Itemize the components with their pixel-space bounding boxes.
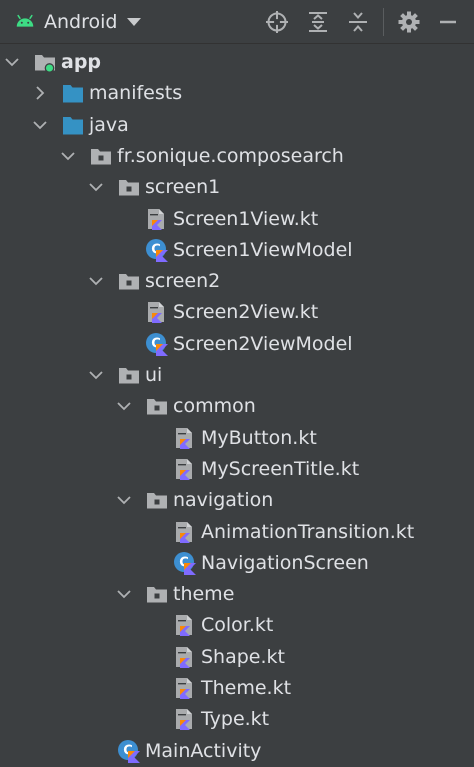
kotlin-file-icon <box>176 709 192 731</box>
tree-item-label: Screen2ViewModel <box>173 332 353 355</box>
tree-item-package[interactable]: fr.sonique.composearch <box>0 141 474 172</box>
expand-all-icon <box>309 12 327 32</box>
folder-icon <box>63 116 83 135</box>
kotlin-file-icon <box>148 302 164 324</box>
tree-item-label: Screen1View.kt <box>173 207 319 230</box>
collapse-all-button[interactable] <box>344 8 372 36</box>
chevron-down-icon[interactable] <box>89 368 103 382</box>
tree-item-package[interactable]: ui <box>0 360 474 391</box>
tree-item-label: MyScreenTitle.kt <box>201 457 360 480</box>
tree-item-label: common <box>173 395 256 418</box>
tree-item-kotlin-file[interactable]: Color.kt <box>0 610 474 641</box>
tree-item-label: Theme.kt <box>201 677 292 699</box>
toolbar-separator <box>383 8 384 36</box>
tree-item-folder-blue[interactable]: manifests <box>0 78 474 109</box>
tree-item-kotlin-file[interactable]: Screen1View.kt <box>0 204 474 235</box>
view-selector-label: Android <box>44 11 118 33</box>
kotlin-file-icon <box>148 208 164 230</box>
tree-item-label: app <box>61 51 102 73</box>
tree-item-kotlin-class[interactable]: CMainActivity <box>0 736 474 767</box>
tree-item-kotlin-file[interactable]: Shape.kt <box>0 642 474 673</box>
tree-item-kotlin-file[interactable]: MyScreenTitle.kt <box>0 454 474 485</box>
kotlin-file-icon <box>176 521 192 543</box>
hide-button[interactable] <box>434 8 462 36</box>
tree-item-label: MainActivity <box>145 739 262 762</box>
tree-item-kotlin-file[interactable]: AnimationTransition.kt <box>0 517 474 548</box>
tree-item-label: Shape.kt <box>201 645 285 668</box>
tree-item-label: Screen2View.kt <box>173 301 319 324</box>
tree-item-label: ui <box>145 364 163 386</box>
android-icon <box>16 14 34 27</box>
kotlin-file-icon <box>176 678 192 699</box>
tree-item-kotlin-file[interactable]: Theme.kt <box>0 673 474 704</box>
tree-item-package[interactable]: navigation <box>0 485 474 516</box>
tree-item-package[interactable]: theme <box>0 579 474 610</box>
tree-item-kotlin-class[interactable]: CScreen2ViewModel <box>0 329 474 360</box>
package-icon <box>147 493 167 509</box>
tree-item-package[interactable]: screen1 <box>0 172 474 203</box>
chevron-down-icon[interactable] <box>117 493 131 507</box>
tree-item-label: screen1 <box>145 176 221 199</box>
tree-item-label: Color.kt <box>201 614 274 637</box>
package-icon <box>147 399 167 415</box>
package-icon <box>119 274 139 290</box>
tree-item-label: java <box>89 113 129 136</box>
tree-item-kotlin-class[interactable]: CScreen1ViewModel <box>0 235 474 266</box>
expand-all-button[interactable] <box>304 8 332 36</box>
tree-item-label: navigation <box>173 489 274 512</box>
tree-item-kotlin-class[interactable]: CNavigationScreen <box>0 548 474 579</box>
kotlin-class-icon: C <box>146 332 168 356</box>
chevron-right-icon[interactable] <box>33 86 47 100</box>
chevron-down-icon[interactable] <box>117 399 131 413</box>
kotlin-file-icon <box>176 646 192 668</box>
package-icon <box>147 587 167 603</box>
module-icon <box>35 55 55 73</box>
collapse-all-icon <box>349 12 367 32</box>
chevron-down-icon[interactable] <box>33 118 47 132</box>
gear-icon <box>398 11 420 33</box>
kotlin-class-icon: C <box>174 551 196 575</box>
chevron-down-icon[interactable] <box>89 274 103 288</box>
kotlin-file-icon <box>176 458 192 480</box>
chevron-down-icon[interactable] <box>117 587 131 601</box>
kotlin-file-icon <box>176 427 192 449</box>
tree-item-label: NavigationScreen <box>201 551 369 574</box>
chevron-down-icon[interactable] <box>89 180 103 194</box>
tree-item-kotlin-file[interactable]: MyButton.kt <box>0 423 474 454</box>
tree-item-kotlin-file[interactable]: Screen2View.kt <box>0 297 474 328</box>
tree-item-label: MyButton.kt <box>201 426 317 449</box>
tree-item-label: Type.kt <box>201 708 270 731</box>
kotlin-file-icon <box>176 615 192 637</box>
package-icon <box>119 180 139 196</box>
tree-item-package[interactable]: common <box>0 391 474 422</box>
locate-icon <box>266 11 288 33</box>
tree-item-label: screen2 <box>145 270 221 293</box>
tree-item-folder-blue[interactable]: java <box>0 110 474 141</box>
tree-item-label: manifests <box>89 82 183 105</box>
chevron-down-icon[interactable] <box>61 149 75 163</box>
project-view-selector[interactable]: Android <box>14 7 142 37</box>
tree-item-label: Screen1ViewModel <box>173 238 353 261</box>
settings-button[interactable] <box>395 8 423 36</box>
locate-button[interactable] <box>263 8 291 36</box>
tree-item-package[interactable]: screen2 <box>0 266 474 297</box>
tree-item-module[interactable]: app <box>0 47 474 78</box>
package-icon <box>91 148 111 165</box>
tree-item-kotlin-file[interactable]: Type.kt <box>0 704 474 735</box>
folder-icon <box>63 85 83 103</box>
chevron-down-icon[interactable] <box>5 55 19 69</box>
tree-item-label: fr.sonique.composearch <box>117 144 344 167</box>
hide-icon <box>440 20 456 24</box>
package-icon <box>119 368 139 384</box>
project-toolbar: Android <box>0 0 474 44</box>
kotlin-class-icon: C <box>146 238 168 262</box>
kotlin-class-icon: C <box>118 739 140 763</box>
tree-item-label: AnimationTransition.kt <box>201 520 415 543</box>
tree-item-label: theme <box>173 583 235 606</box>
chevron-down-icon <box>127 18 142 26</box>
